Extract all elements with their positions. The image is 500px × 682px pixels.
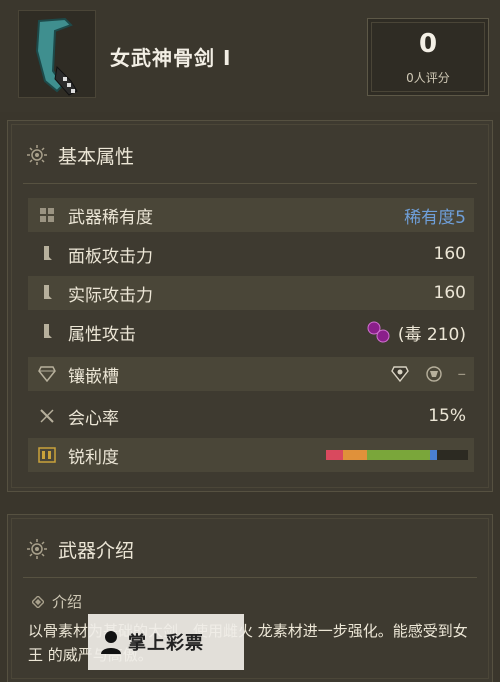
intro-subtitle-text: 介绍: [52, 593, 83, 611]
attr-value: 160: [433, 244, 466, 264]
weapon-header: 女武神骨剑 I 0 0人评分: [0, 0, 500, 112]
gem-icon: [38, 365, 56, 383]
sun-emblem-icon: [27, 539, 47, 559]
watermark-text: 掌上彩票: [128, 633, 204, 654]
poison-element-icon: [367, 321, 390, 343]
sharpness-segment: [326, 450, 344, 460]
attr-label: 实际攻击力: [68, 285, 153, 306]
sharpness-icon: [38, 446, 56, 464]
blade-icon: [38, 284, 56, 302]
attr-row-slots: 镶嵌槽 –: [28, 357, 474, 391]
attr-row-actual-attack: 实际攻击力 160: [28, 276, 474, 310]
section-header: 武器介绍: [26, 535, 134, 563]
sharpness-bar: [326, 450, 468, 460]
section-header: 基本属性: [26, 141, 134, 169]
intro-subtitle: 介绍: [32, 591, 82, 612]
attr-label: 属性攻击: [68, 324, 136, 345]
section-title: 武器介绍: [58, 539, 135, 562]
crossed-swords-icon: [38, 407, 56, 425]
attr-label: 武器稀有度: [68, 207, 153, 228]
rarity-grid-icon: [38, 206, 56, 224]
sharpness-segment: [367, 450, 430, 460]
sun-emblem-icon: [27, 145, 47, 165]
slot-empty: –: [457, 364, 467, 384]
divider: [23, 577, 477, 578]
rating-value: 0: [418, 29, 438, 59]
attr-value: 15%: [428, 406, 466, 426]
rating-count-label: 0人评分: [406, 71, 450, 85]
attr-row-element-attack: 属性攻击 (毒 210): [28, 315, 474, 349]
weapon-name: 女武神骨剑 I: [110, 46, 232, 70]
attr-row-affinity: 会心率 15%: [28, 399, 474, 433]
attr-value-wrap: (毒 210): [366, 320, 466, 345]
blade-icon: [38, 323, 56, 341]
attr-value: 稀有度5: [404, 207, 466, 228]
attr-label: 镶嵌槽: [68, 366, 119, 387]
section-title: 基本属性: [58, 145, 135, 168]
attr-row-sharpness: 锐利度: [28, 438, 474, 472]
slot-list: –: [390, 364, 467, 384]
attr-row-rarity: 武器稀有度 稀有度5: [28, 198, 474, 232]
slot-decoration-icon: [425, 366, 442, 382]
sharpness-segment: [429, 450, 437, 460]
sharpness-segment: [343, 450, 368, 460]
attr-row-panel-attack: 面板攻击力 160: [28, 237, 474, 271]
diamond-icon: [32, 595, 44, 608]
great-sword-icon: [18, 10, 96, 98]
attr-label: 会心率: [68, 408, 119, 429]
attr-value: 160: [433, 283, 466, 303]
person-logo-icon: [101, 631, 121, 654]
attr-value: (毒 210): [397, 324, 466, 345]
sharpness-segment: [436, 450, 468, 460]
rating-box[interactable]: 0 0人评分: [367, 18, 489, 96]
attr-label: 面板攻击力: [68, 246, 153, 267]
basic-attributes-panel: 基本属性 武器稀有度 稀有度5 面板攻击力 160 实际攻击力 160 属性攻击…: [7, 120, 493, 492]
divider: [23, 183, 477, 184]
slot-jewel-icon: [390, 366, 409, 383]
blade-icon: [38, 245, 56, 263]
attr-label: 锐利度: [68, 447, 119, 468]
watermark: 掌上彩票: [88, 614, 244, 670]
weapon-intro-panel: 武器介绍 介绍 以骨素材为基础的大剑。使用雌火 龙素材进一步强化。能感受到女王 …: [7, 514, 493, 682]
